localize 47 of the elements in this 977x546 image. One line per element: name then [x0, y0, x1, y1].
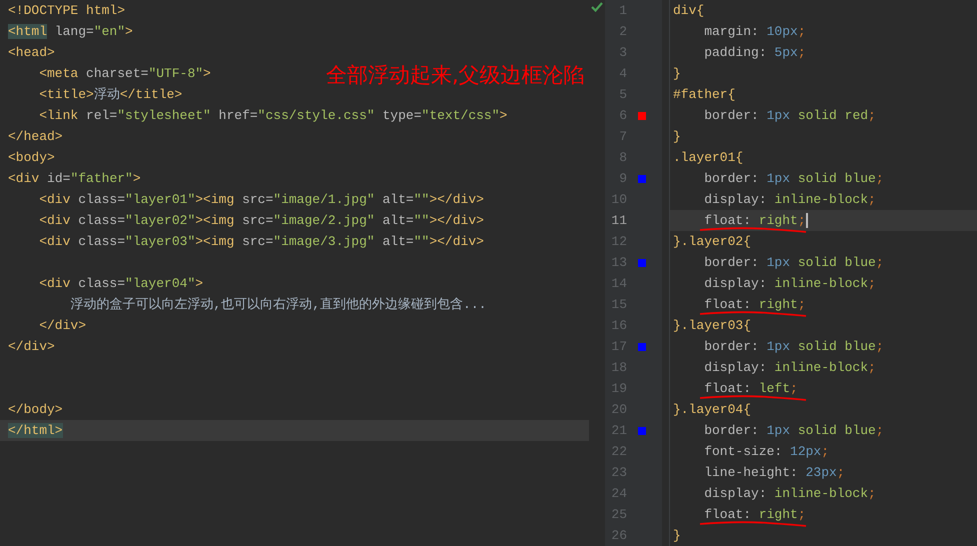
- code-line: }: [672, 527, 681, 545]
- code-line: <!DOCTYPE html>: [7, 2, 126, 20]
- code-line: display: inline-block;: [703, 275, 876, 293]
- code-line: border: 1px solid red;: [703, 107, 876, 125]
- code-line: border: 1px solid blue;: [703, 338, 884, 356]
- code-line: <title>浮动</title>: [38, 86, 182, 104]
- code-line: </body>: [7, 401, 63, 419]
- code-line: div{: [672, 2, 704, 20]
- code-line: <html lang="en">: [7, 23, 133, 41]
- code-line: }.layer03{: [672, 317, 752, 335]
- code-line: float: right;: [703, 506, 806, 524]
- code-line: <div id="father">: [7, 170, 141, 188]
- code-line: line-height: 23px;: [703, 464, 845, 482]
- code-line: <meta charset="UTF-8">: [38, 65, 211, 83]
- text-caret: [806, 213, 808, 228]
- code-line: margin: 10px;: [703, 23, 806, 41]
- code-line: float: right;: [703, 212, 806, 230]
- code-line: }.layer02{: [672, 233, 752, 251]
- code-line: <div class="layer04">: [38, 275, 204, 293]
- code-line: <link rel="stylesheet" href="css/style.css" type="text/css">: [38, 107, 508, 125]
- code-line: 浮动的盒子可以向左浮动,也可以向右浮动,直到他的外边缘碰到包含...: [69, 296, 486, 314]
- code-line: <body>: [7, 149, 55, 167]
- code-line: }: [672, 65, 681, 83]
- code-line: }.layer04{: [672, 401, 752, 419]
- annotation-text: 全部浮动起来,父级边框沦陷: [326, 62, 585, 89]
- code-line: }: [672, 128, 681, 146]
- code-line: float: right;: [703, 296, 806, 314]
- code-line: <div class="layer01"><img src="image/1.jpg" alt=""></div>: [38, 191, 484, 209]
- code-line: </head>: [7, 128, 63, 146]
- code-line: display: inline-block;: [703, 359, 876, 377]
- code-line: .layer01{: [672, 149, 744, 167]
- code-line: display: inline-block;: [703, 191, 876, 209]
- check-icon: [591, 1, 603, 13]
- code-line: padding: 5px;: [703, 44, 806, 62]
- code-line: </div>: [7, 338, 55, 356]
- code-line: border: 1px solid blue;: [703, 170, 884, 188]
- line-number: 11: [610, 212, 627, 230]
- code-line: <div class="layer02"><img src="image/2.jpg" alt=""></div>: [38, 212, 484, 230]
- code-line: font-size: 12px;: [703, 443, 830, 461]
- code-line: border: 1px solid blue;: [703, 422, 884, 440]
- code-line: #father{: [672, 86, 736, 104]
- code-line: display: inline-block;: [703, 485, 876, 503]
- code-line: float: left;: [703, 380, 798, 398]
- code-line: <div class="layer03"><img src="image/3.jpg" alt=""></div>: [38, 233, 484, 251]
- code-line: border: 1px solid blue;: [703, 254, 884, 272]
- code-line: <head>: [7, 44, 55, 62]
- code-line: </div>: [38, 317, 86, 335]
